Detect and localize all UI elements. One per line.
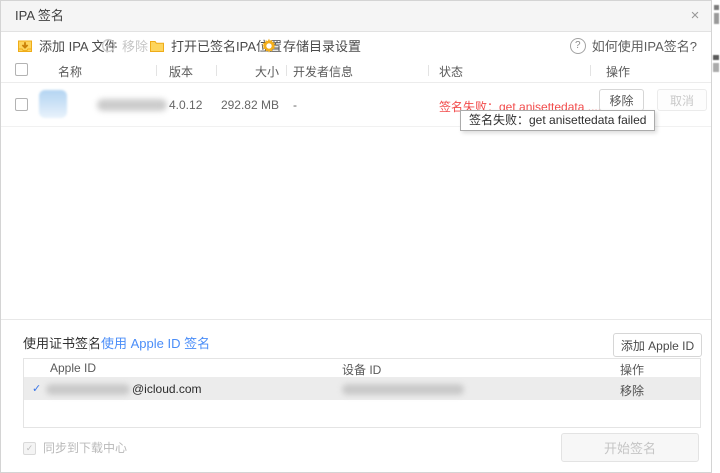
minus-circle-icon [101,38,116,53]
ipa-table-header: 名称 版本 大小 开发者信息 状态 操作 [1,59,711,83]
selected-check-icon: ✓ [32,382,41,396]
apple-id-table: Apple ID 设备 ID 操作 ✓ @icloud.com 移除 [23,358,701,428]
column-divider [286,65,287,76]
row-remove-button[interactable]: 移除 [599,89,644,111]
background-artifact [713,55,719,60]
col-developer: 开发者信息 [293,63,353,80]
gear-icon [261,38,277,54]
col-apple-id: Apple ID [50,361,96,375]
row-developer: - [293,98,297,112]
section-divider [1,319,711,320]
row-size: 292.82 MB [206,98,279,112]
title-bar: IPA 签名 × [1,1,711,32]
question-circle-icon: ? [570,38,586,54]
background-artifact [713,63,719,72]
col-name: 名称 [58,63,82,80]
sync-label: 同步到下载中心 [43,441,127,456]
background-artifact [714,5,719,10]
remove-button[interactable]: 移除 [101,32,148,59]
tab-apple-id-sign[interactable]: 使用 Apple ID 签名 [101,331,210,357]
app-name-redacted [97,99,167,111]
apple-id-row[interactable]: ✓ @icloud.com 移除 [24,378,700,400]
column-divider [590,65,591,76]
apple-id-table-header: Apple ID 设备 ID 操作 [24,359,700,378]
select-all-checkbox[interactable] [15,63,28,76]
device-id-redacted [342,384,464,395]
help-link[interactable]: ? 如何使用IPA签名? [570,32,697,59]
col-device-id: 设备 ID [342,361,381,378]
status-tooltip: 签名失败：get anisettedata failed [460,110,655,131]
add-file-icon [17,38,33,54]
column-divider [428,65,429,76]
row-cancel-button[interactable]: 取消 [657,89,707,111]
column-divider [216,65,217,76]
help-label: 如何使用IPA签名? [592,36,697,55]
folder-icon [149,38,165,54]
sync-checkbox[interactable]: ✓ [23,442,36,455]
ipa-sign-dialog: IPA 签名 × 添加 IPA 文件 移除 打开已 [0,0,712,473]
background-artifact [714,13,719,24]
close-icon[interactable]: × [684,5,706,27]
col-action: 操作 [606,63,630,80]
apple-id-redacted [46,384,130,395]
apple-id-remove-link[interactable]: 移除 [620,382,644,399]
tab-divider [89,338,90,351]
row-version: 4.0.12 [169,98,202,112]
add-apple-id-button[interactable]: 添加 Apple ID [613,333,702,357]
row-checkbox[interactable] [15,98,28,111]
column-divider [156,65,157,76]
apple-id-suffix: @icloud.com [132,382,202,396]
storage-settings-button[interactable]: 存储目录设置 [261,32,361,59]
col-version: 版本 [169,63,193,80]
dialog-title: IPA 签名 [15,1,64,31]
col-acct-action: 操作 [620,361,644,378]
remove-label: 移除 [122,36,148,55]
col-size: 大小 [219,63,279,80]
storage-settings-label: 存储目录设置 [283,36,361,55]
col-status: 状态 [439,63,463,80]
start-sign-button[interactable]: 开始签名 [561,433,699,462]
app-icon [39,90,67,118]
